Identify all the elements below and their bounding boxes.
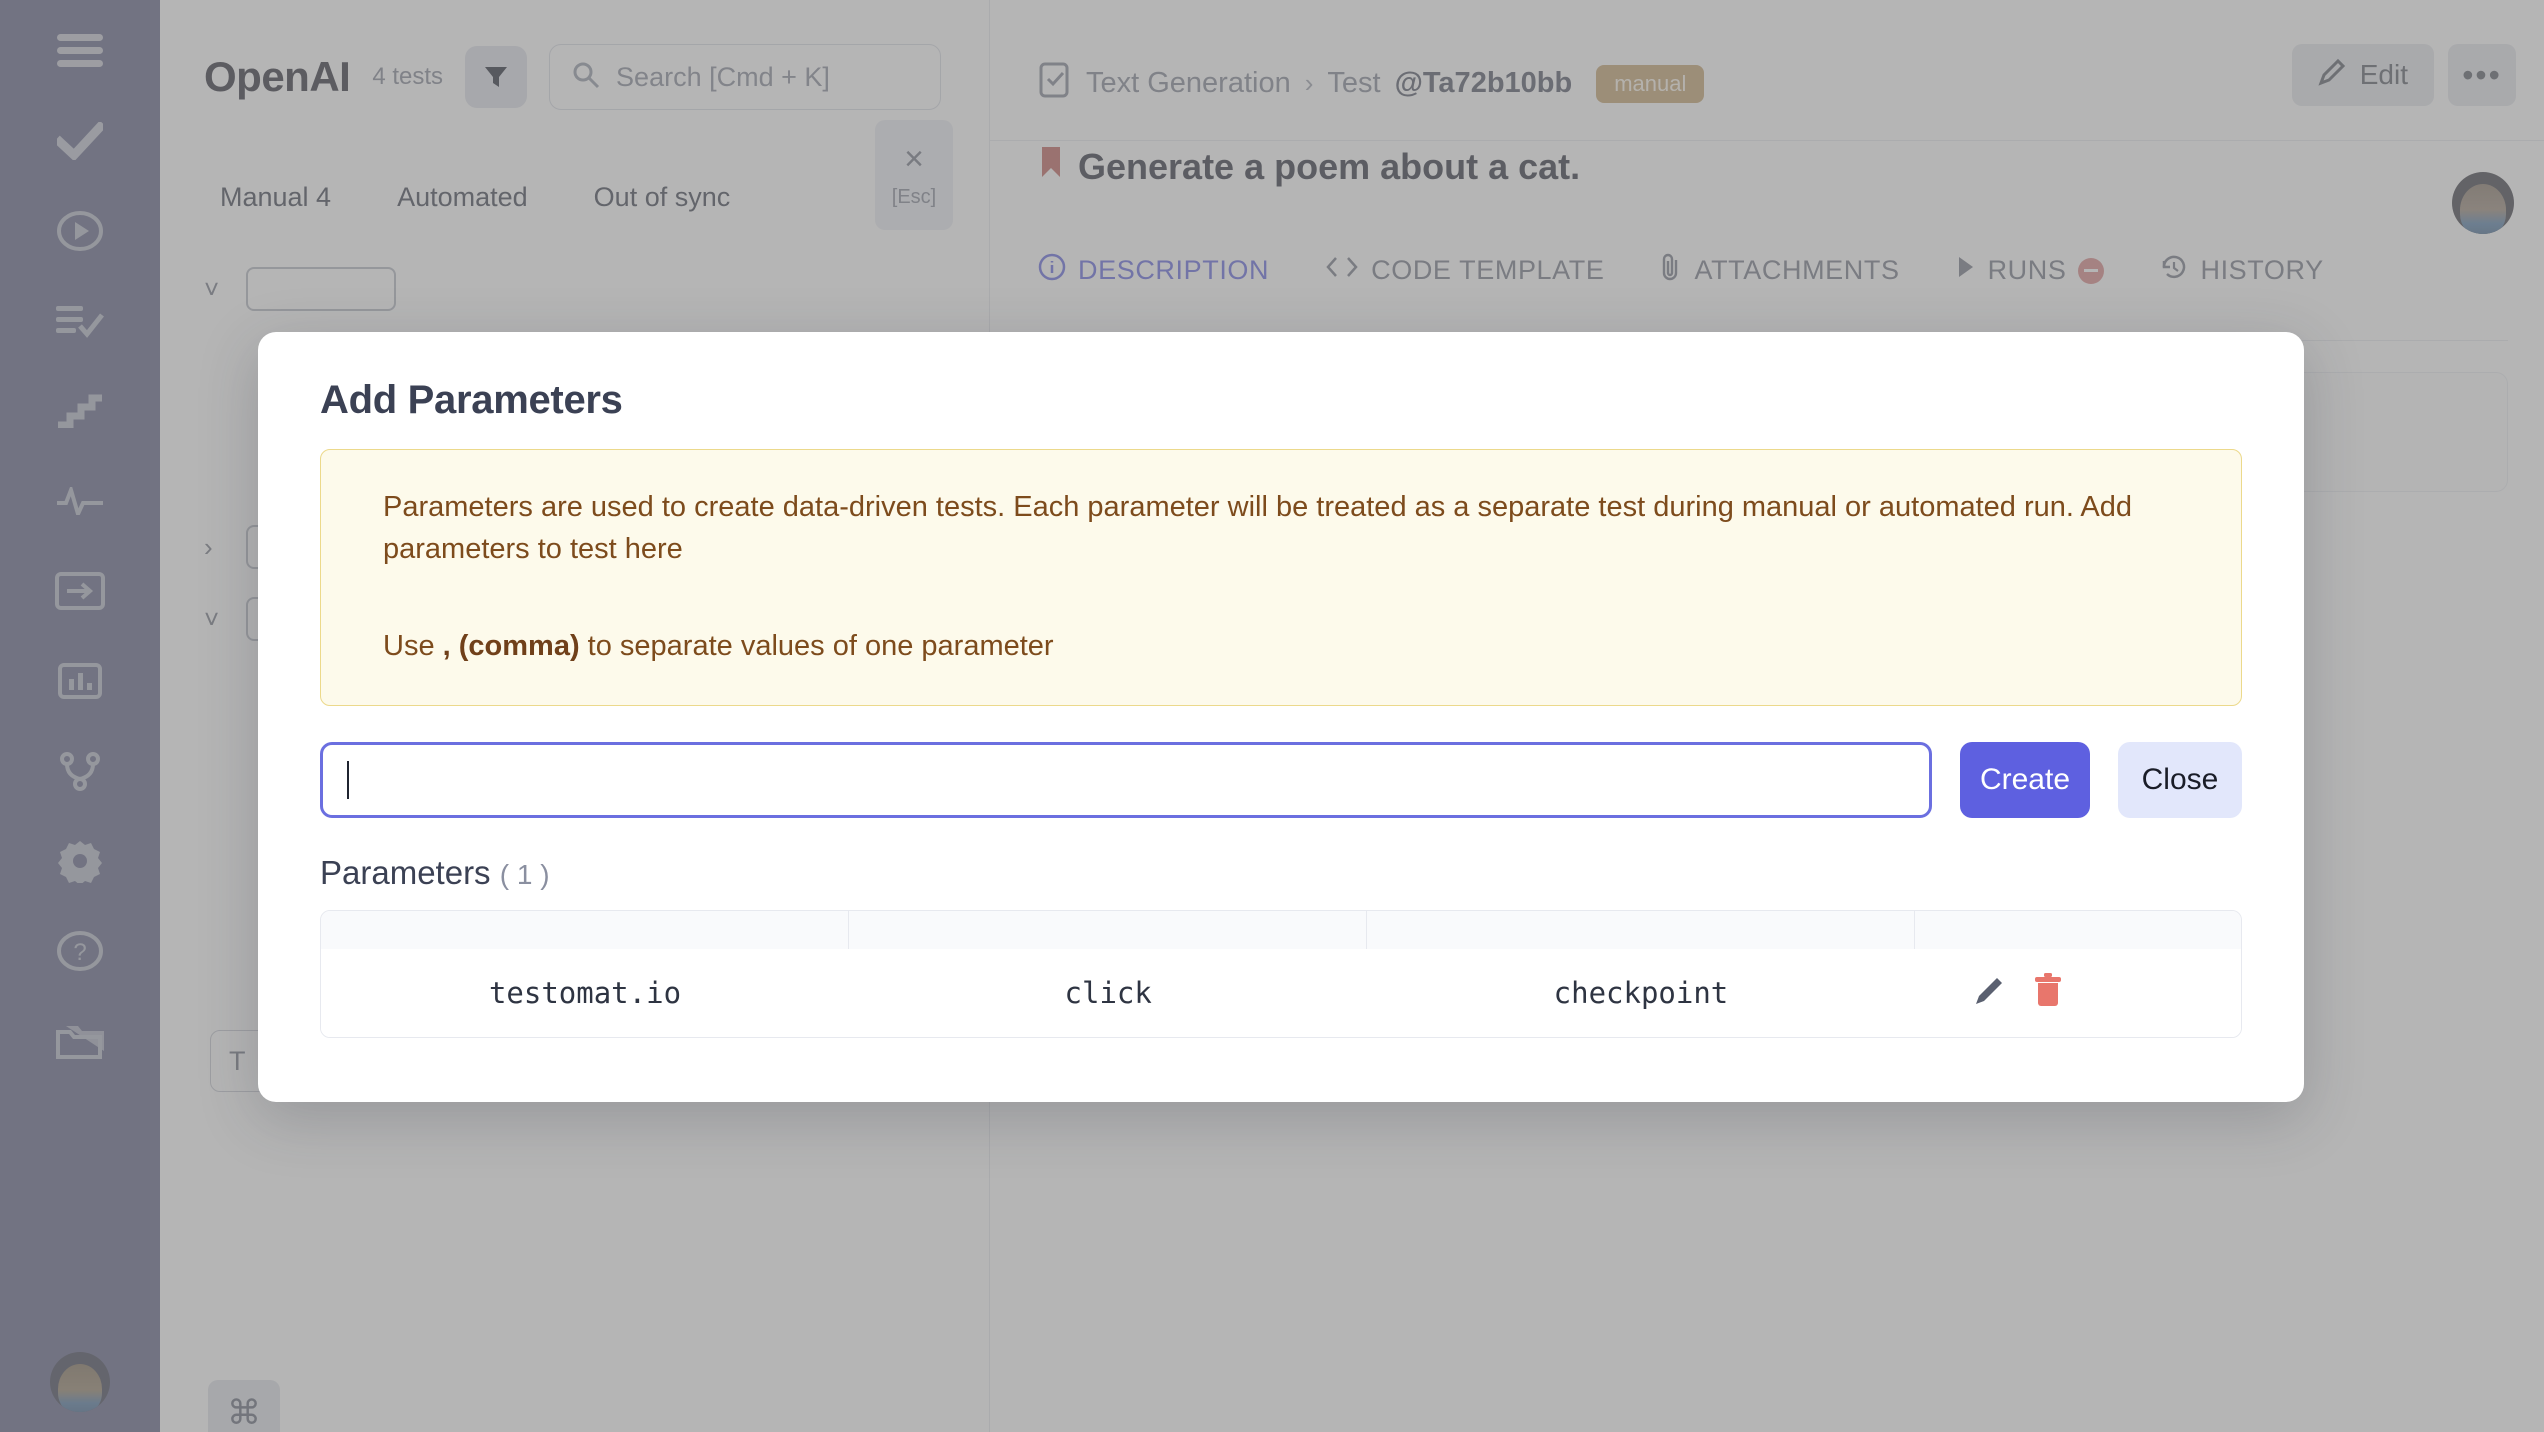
parameters-table: testomat.io click checkpoint xyxy=(320,909,2242,1038)
table-row: testomat.io click checkpoint xyxy=(321,948,2241,1037)
table-header-row xyxy=(321,910,2241,949)
modal-notice: Parameters are used to create data-drive… xyxy=(320,449,2242,706)
table-header-cell xyxy=(849,910,1368,949)
row-actions xyxy=(1915,973,2241,1012)
notice-pre: Use xyxy=(383,629,443,662)
notice-strong: , (comma) xyxy=(442,629,580,662)
table-header-cell xyxy=(1915,911,2241,949)
create-button[interactable]: Create xyxy=(1960,741,2090,818)
pencil-icon[interactable] xyxy=(1973,973,2007,1012)
notice-line-1: Parameters are used to create data-drive… xyxy=(383,491,2133,566)
trash-icon[interactable] xyxy=(2033,973,2063,1012)
table-header-cell xyxy=(1367,910,1915,949)
modal-title: Add Parameters xyxy=(320,378,623,422)
add-parameters-modal: Add Parameters Parameters are used to cr… xyxy=(258,332,2304,1102)
notice-post: to separate values of one parameter xyxy=(579,629,1054,662)
close-button[interactable]: Close xyxy=(2118,741,2242,818)
table-header-cell xyxy=(321,910,849,949)
parameter-input-row: Create Close xyxy=(320,741,2242,818)
parameters-heading: Parameters ( 1 ) xyxy=(320,854,2242,892)
parameter-input[interactable] xyxy=(320,741,1932,818)
text-caret xyxy=(347,760,349,799)
screen-root: ? OpenAI 4 tests Search [Cmd + K] xyxy=(0,0,2544,1432)
param-value-cell: checkpoint xyxy=(1553,975,1729,1010)
param-value-cell: click xyxy=(1064,975,1152,1010)
param-value-cell: testomat.io xyxy=(488,975,682,1010)
notice-line-2: Use , (comma) to separate values of one … xyxy=(383,625,2179,667)
parameters-count: ( 1 ) xyxy=(499,858,550,890)
parameters-label: Parameters xyxy=(320,853,491,891)
